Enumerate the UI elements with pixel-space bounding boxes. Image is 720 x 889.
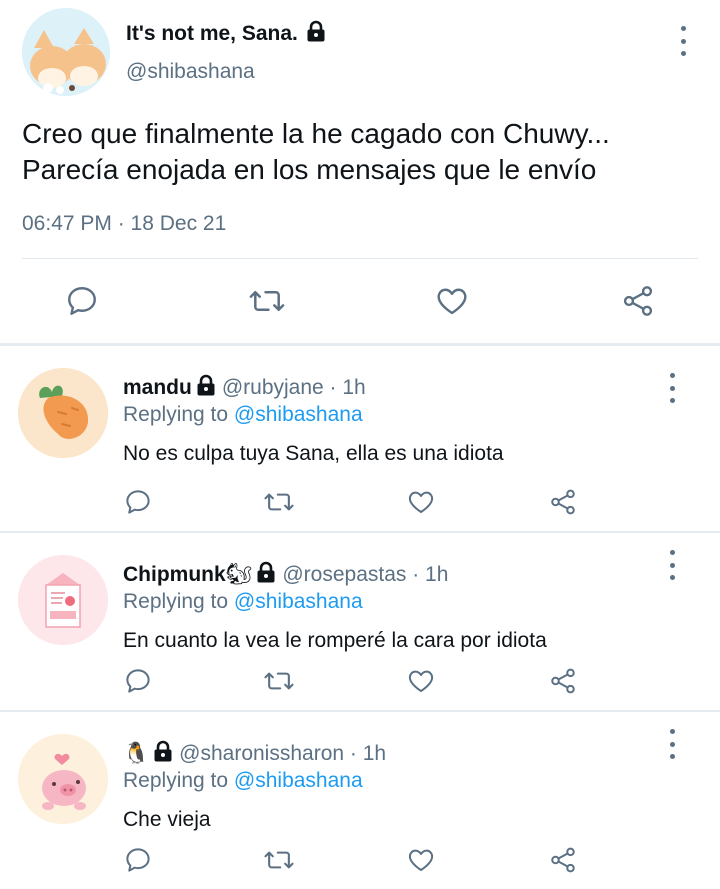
author-handle[interactable]: @shibashana <box>126 60 255 84</box>
author-emoji: 🐿 <box>225 563 253 586</box>
replying-to: Replying to @shibashana <box>123 590 363 614</box>
tweet-actions <box>0 281 720 321</box>
more-options-icon[interactable] <box>662 373 682 403</box>
replying-to-handle[interactable]: @shibashana <box>234 590 363 613</box>
tweet-text-line: Creo que finalmente la he cagado con Chu… <box>22 118 610 149</box>
reply-header: 🐧 @sharonissharon · 1h <box>123 740 386 768</box>
reply-actions <box>0 485 720 519</box>
lock-icon <box>196 374 216 402</box>
avatar[interactable] <box>18 734 108 824</box>
share-icon[interactable] <box>546 664 580 698</box>
like-icon[interactable] <box>404 485 438 519</box>
author-name[interactable]: It's not me, Sana. <box>126 22 298 46</box>
author-emoji: 🐧 <box>123 742 150 765</box>
reply-author-name[interactable]: mandu <box>123 376 192 400</box>
lock-icon <box>306 20 326 47</box>
retweet-icon[interactable] <box>262 485 296 519</box>
reply-handle-time[interactable]: @rosepastas · 1h <box>282 563 448 587</box>
replying-to-label: Replying to <box>123 403 229 426</box>
reply-text: Che vieja <box>123 808 211 831</box>
more-options-icon[interactable] <box>673 26 693 56</box>
avatar[interactable] <box>18 368 108 458</box>
reply-text: En cuanto la vea le romperé la cara por … <box>123 629 547 652</box>
divider <box>22 258 698 259</box>
like-icon[interactable] <box>404 843 438 877</box>
share-icon[interactable] <box>546 485 580 519</box>
retweet-icon[interactable] <box>247 281 287 321</box>
reply-author-name[interactable]: Chipmunk <box>123 563 226 587</box>
main-tweet: It's not me, Sana. @shibashana Creo que … <box>0 0 720 343</box>
reply-tweet[interactable]: mandu @rubyjane · 1h Replying to @shibas… <box>0 346 720 531</box>
reply-icon[interactable] <box>121 664 155 698</box>
tweet-timestamp[interactable]: 06:47 PM · 18 Dec 21 <box>22 212 226 236</box>
replying-to-handle[interactable]: @shibashana <box>234 769 363 792</box>
replying-to: Replying to @shibashana <box>123 403 363 427</box>
share-icon[interactable] <box>546 843 580 877</box>
reply-actions <box>0 664 720 698</box>
reply-text: No es culpa tuya Sana, ella es una idiot… <box>123 442 504 465</box>
replying-to-handle[interactable]: @shibashana <box>234 403 363 426</box>
like-icon[interactable] <box>404 664 438 698</box>
share-icon[interactable] <box>618 281 658 321</box>
lock-icon <box>153 740 173 768</box>
lock-icon <box>256 561 276 589</box>
avatar[interactable] <box>22 8 110 96</box>
reply-tweet[interactable]: Chipmunk 🐿 @rosepastas · 1h Replying to … <box>0 533 720 710</box>
shiba-avatar-image <box>22 8 110 96</box>
reply-actions <box>0 843 720 877</box>
like-icon[interactable] <box>432 281 472 321</box>
reply-handle-time[interactable]: @rubyjane · 1h <box>222 376 366 400</box>
reply-icon[interactable] <box>121 485 155 519</box>
tweet-text: Creo que finalmente la he cagado con Chu… <box>22 116 702 188</box>
reply-tweet[interactable]: 🐧 @sharonissharon · 1h Replying to @shib… <box>0 712 720 889</box>
retweet-icon[interactable] <box>262 843 296 877</box>
reply-handle-time[interactable]: @sharonissharon · 1h <box>179 742 386 766</box>
replying-to-label: Replying to <box>123 590 229 613</box>
reply-icon[interactable] <box>62 281 102 321</box>
reply-header: mandu @rubyjane · 1h <box>123 374 366 402</box>
replying-to: Replying to @shibashana <box>123 769 363 793</box>
author-row: It's not me, Sana. <box>126 20 326 47</box>
carrot-avatar-image <box>18 368 108 458</box>
milk-carton-avatar-image <box>18 555 108 645</box>
tweet-text-line: Parecía enojada en los mensajes que le e… <box>22 154 597 185</box>
more-options-icon[interactable] <box>662 729 682 759</box>
retweet-icon[interactable] <box>262 664 296 698</box>
reply-icon[interactable] <box>121 843 155 877</box>
avatar[interactable] <box>18 555 108 645</box>
reply-header: Chipmunk 🐿 @rosepastas · 1h <box>123 561 448 589</box>
more-options-icon[interactable] <box>662 550 682 580</box>
replying-to-label: Replying to <box>123 769 229 792</box>
pig-avatar-image <box>18 734 108 824</box>
